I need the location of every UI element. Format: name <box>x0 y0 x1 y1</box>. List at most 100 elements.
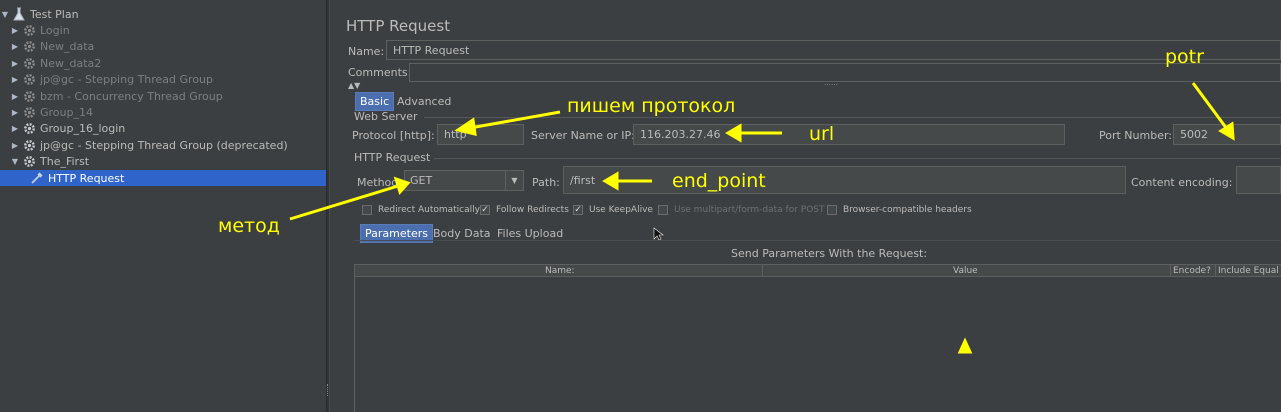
column-header-name[interactable]: Name: <box>545 265 575 277</box>
collapse-arrows-icon[interactable]: ▲▼ <box>348 81 360 90</box>
protocol-field[interactable]: http <box>437 124 524 145</box>
http-sampler-pipette-icon <box>30 171 44 185</box>
parameters-table-header: Name: Value Encode? Include Equal <box>355 265 1281 277</box>
use-multipart-checkbox[interactable]: Use multipart/form-data for POST <box>658 205 825 215</box>
use-keepalive-checkbox[interactable]: ✓ Use KeepAlive <box>573 205 653 215</box>
content-encoding-label: Content encoding: <box>1131 176 1233 189</box>
name-label: Name: <box>348 45 385 58</box>
http-request-divider <box>434 158 1281 159</box>
tree-item-group-14[interactable]: ▶ Group_14 <box>0 104 326 120</box>
tab-basic[interactable]: Basic <box>355 92 395 111</box>
path-field-value: /first <box>570 173 596 187</box>
method-select[interactable]: GET ▼ <box>404 170 524 191</box>
tree-collapsed-arrow-icon[interactable]: ▶ <box>10 59 20 68</box>
thread-group-gear-icon <box>22 72 36 86</box>
web-server-divider <box>424 117 1281 118</box>
tab-advanced[interactable]: Advanced <box>393 93 455 110</box>
port-number-field-value: 5002 <box>1180 128 1208 141</box>
column-header-include-equals[interactable]: Include Equal <box>1218 265 1279 277</box>
sub-tab-divider <box>354 240 1281 241</box>
tree-item-label: New_data2 <box>40 56 102 70</box>
path-field[interactable]: /first <box>563 166 1126 194</box>
test-plan-icon <box>12 7 26 21</box>
tree-collapsed-arrow-icon[interactable]: ▶ <box>10 42 20 51</box>
checkbox-label: Redirect Automatically <box>378 205 480 215</box>
tree-collapsed-arrow-icon[interactable]: ▶ <box>10 108 20 117</box>
tree-item-label: Group_14 <box>40 105 93 119</box>
tree-item-concurrency-thread-group[interactable]: ▶ bzm - Concurrency Thread Group <box>0 88 326 104</box>
thread-group-gear-icon <box>22 138 36 152</box>
endpoint-annotation: end_point <box>672 170 766 192</box>
checkbox-label: Browser-compatible headers <box>843 205 972 215</box>
parameters-table[interactable]: Name: Value Encode? Include Equal <box>354 264 1281 412</box>
protocol-label: Protocol [http]: <box>352 129 435 142</box>
column-header-value[interactable]: Value <box>953 265 978 277</box>
checkbox-unchecked-icon[interactable] <box>362 205 372 215</box>
tree-item-login[interactable]: ▶ Login <box>0 22 326 38</box>
web-server-section-label: Web Server <box>354 110 418 123</box>
redirect-automatically-checkbox[interactable]: Redirect Automatically <box>362 205 480 215</box>
tree-expand-arrow-icon[interactable]: ▼ <box>0 10 10 19</box>
tree-item-stepping-thread-group[interactable]: ▶ jp@gc - Stepping Thread Group <box>0 71 326 87</box>
column-header-encode[interactable]: Encode? <box>1173 265 1211 277</box>
column-separator <box>1170 265 1171 277</box>
http-request-editor: HTTP Request Name: HTTP Request Comments… <box>340 8 1281 412</box>
tree-collapsed-arrow-icon[interactable]: ▶ <box>10 92 20 101</box>
protocol-annotation: пишем протокол <box>567 95 736 117</box>
method-select-value: GET <box>410 174 433 187</box>
checkbox-label: Use KeepAlive <box>589 205 653 215</box>
checkbox-unchecked-icon[interactable] <box>658 205 668 215</box>
chevron-down-icon[interactable]: ▼ <box>505 171 523 190</box>
name-field-value: HTTP Request <box>393 43 470 57</box>
column-separator <box>1215 265 1216 277</box>
tree-item-test-plan[interactable]: ▼ Test Plan <box>0 6 326 22</box>
checkbox-unchecked-icon[interactable] <box>827 205 837 215</box>
tree-collapsed-arrow-icon[interactable]: ▶ <box>10 124 20 133</box>
test-plan-tree[interactable]: ▼ Test Plan ▶ Login ▶ New_data ▶ New_dat… <box>0 0 326 412</box>
comments-field[interactable] <box>409 63 1281 82</box>
tree-item-new-data2[interactable]: ▶ New_data2 <box>0 55 326 71</box>
tree-item-label: Test Plan <box>30 7 79 21</box>
server-name-field[interactable]: 116.203.27.46 <box>633 124 1065 145</box>
comments-label: Comments: <box>348 66 412 79</box>
tree-item-label: bzm - Concurrency Thread Group <box>40 89 223 103</box>
splitter-dots-icon[interactable]: …… <box>824 79 838 87</box>
tree-item-label: jp@gc - Stepping Thread Group (deprecate… <box>40 138 288 152</box>
tree-item-the-first[interactable]: ▼ The_First <box>0 153 326 169</box>
thread-group-gear-icon <box>22 39 36 53</box>
thread-group-gear-icon <box>22 121 36 135</box>
tree-item-label: Login <box>40 23 70 37</box>
thread-group-gear-icon <box>22 154 36 168</box>
follow-redirects-checkbox[interactable]: ✓ Follow Redirects <box>480 205 569 215</box>
thread-group-gear-icon <box>22 56 36 70</box>
checkbox-checked-icon[interactable]: ✓ <box>573 205 583 215</box>
tree-item-new-data[interactable]: ▶ New_data <box>0 38 326 54</box>
checkbox-checked-icon[interactable]: ✓ <box>480 205 490 215</box>
tree-collapsed-arrow-icon[interactable]: ▶ <box>10 75 20 84</box>
tree-expand-arrow-icon[interactable]: ▼ <box>10 157 20 166</box>
tree-item-http-request[interactable]: HTTP Request <box>0 170 326 186</box>
split-pane-divider[interactable] <box>326 0 330 412</box>
protocol-field-value: http <box>444 128 467 141</box>
mouse-cursor-icon <box>653 227 665 244</box>
split-pane-grip-icon[interactable] <box>327 384 329 396</box>
port-annotation: potr <box>1165 46 1204 68</box>
tree-item-label: New_data <box>40 39 95 53</box>
checkbox-label: Use multipart/form-data for POST <box>674 205 825 215</box>
path-label: Path: <box>532 176 560 189</box>
tree-item-group-16-login[interactable]: ▶ Group_16_login <box>0 120 326 136</box>
server-name-field-value: 116.203.27.46 <box>640 128 721 141</box>
name-field[interactable]: HTTP Request <box>386 40 1281 60</box>
thread-group-gear-icon <box>22 89 36 103</box>
content-encoding-field[interactable] <box>1236 166 1281 194</box>
tree-collapsed-arrow-icon[interactable]: ▶ <box>10 141 20 150</box>
port-number-label: Port Number: <box>1099 129 1173 142</box>
tree-item-stepping-deprecated[interactable]: ▶ jp@gc - Stepping Thread Group (depreca… <box>0 137 326 153</box>
port-number-field[interactable]: 5002 <box>1173 124 1281 145</box>
column-separator <box>762 265 763 277</box>
tree-collapsed-arrow-icon[interactable]: ▶ <box>10 26 20 35</box>
http-request-section-label: HTTP Request <box>354 151 431 164</box>
params-caption: Send Parameters With the Request: <box>731 247 928 260</box>
browser-compatible-headers-checkbox[interactable]: Browser-compatible headers <box>827 205 972 215</box>
tree-item-label: The_First <box>40 154 90 168</box>
